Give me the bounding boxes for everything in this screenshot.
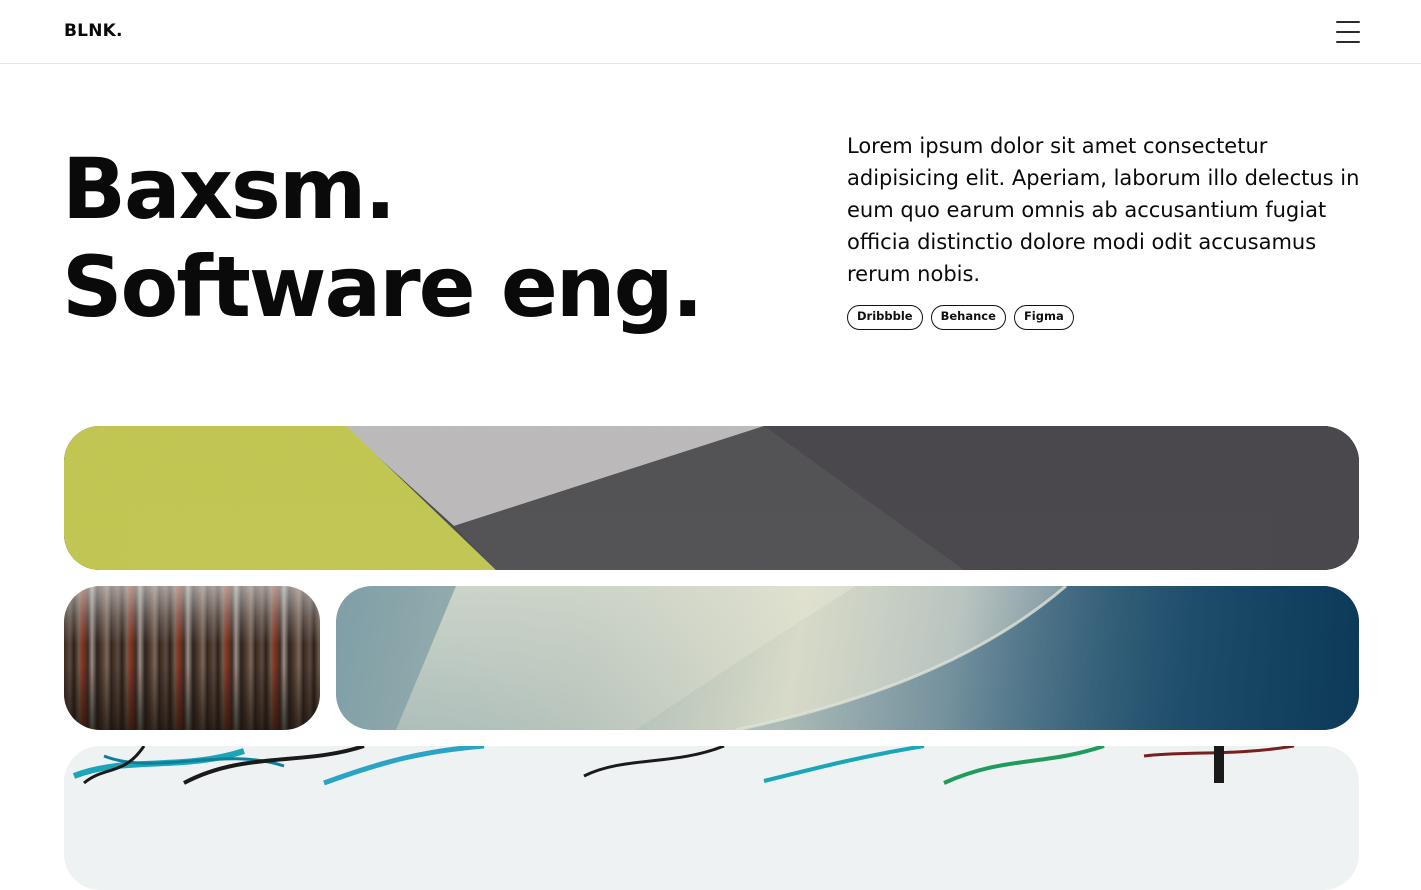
hero-title-line-2: Software eng. [62,238,704,336]
hamburger-menu-icon[interactable] [1334,18,1362,46]
hero-description: Lorem ipsum dolor sit amet consectetur a… [847,134,1360,286]
gallery-image-paper-texture [64,426,1359,570]
gallery-image-abstract-curve [336,586,1359,730]
menu-line [1336,21,1360,23]
figma-link[interactable]: Figma [1013,305,1074,330]
behance-link[interactable]: Behance [930,305,1006,330]
gallery-image-ink-splash [64,746,1359,890]
menu-line [1336,31,1360,33]
abstract-curve-image [396,586,1359,730]
dribbble-link[interactable]: Dribbble [847,305,923,330]
social-links: Dribbble Behance Figma [847,305,1074,330]
hero-title: Baxsm. Software eng. [62,140,704,336]
paper-texture-image [64,426,1359,570]
hero-title-line-1: Baxsm. [62,140,396,238]
menu-line [1336,41,1360,43]
site-header: BLNK. [0,0,1421,64]
ink-splash-image [72,746,1295,786]
brand-logo[interactable]: BLNK. [64,21,123,41]
gallery-image-blurred-street [64,586,320,730]
